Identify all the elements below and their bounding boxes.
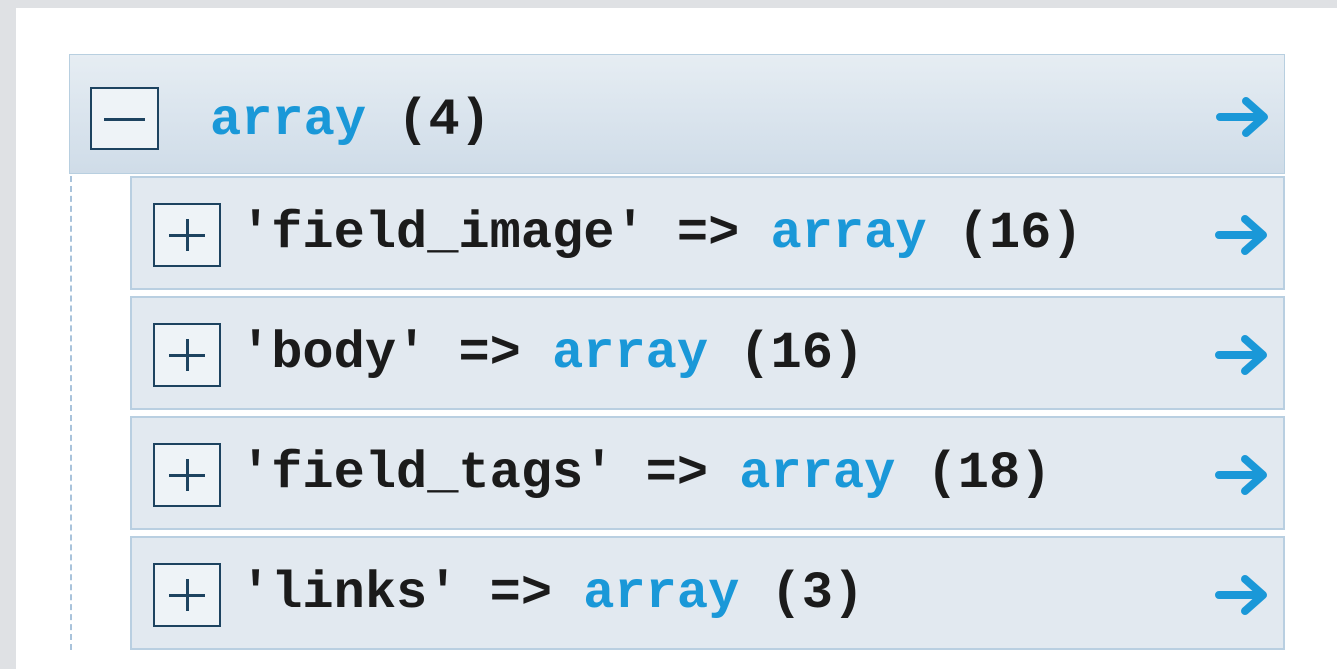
arrow-right-icon[interactable] bbox=[1216, 95, 1274, 139]
row-operator: => bbox=[458, 564, 584, 623]
arrow-right-icon[interactable] bbox=[1215, 453, 1273, 497]
row-operator: => bbox=[614, 444, 740, 503]
row-count: (16) bbox=[708, 324, 865, 383]
root-count-label: (4) bbox=[366, 91, 491, 150]
row-type: array bbox=[739, 444, 896, 503]
root-type-label: array bbox=[210, 91, 367, 150]
root-array-label: array (4) bbox=[210, 91, 491, 151]
tree-row-field-image[interactable]: 'field_image' => array (16) bbox=[130, 176, 1285, 290]
row-key: 'field_image' bbox=[240, 204, 646, 263]
collapse-minus-icon[interactable] bbox=[90, 87, 159, 150]
row-type: array bbox=[770, 204, 927, 263]
arrow-right-icon[interactable] bbox=[1215, 333, 1273, 377]
root-array-row[interactable]: array (4) bbox=[69, 54, 1285, 174]
variable-tree: array (4) 'field_image' => array (16) 'b… bbox=[69, 54, 1287, 651]
tree-guide-line bbox=[70, 176, 72, 650]
arrow-right-icon[interactable] bbox=[1215, 573, 1273, 617]
tree-row-body[interactable]: 'body' => array (16) bbox=[130, 296, 1285, 410]
row-count: (18) bbox=[895, 444, 1052, 503]
tree-row-links[interactable]: 'links' => array (3) bbox=[130, 536, 1285, 650]
row-count: (3) bbox=[739, 564, 865, 623]
tree-row-field-tags[interactable]: 'field_tags' => array (18) bbox=[130, 416, 1285, 530]
row-operator: => bbox=[645, 204, 771, 263]
row-operator: => bbox=[427, 324, 553, 383]
expand-plus-icon[interactable] bbox=[153, 323, 221, 387]
expand-plus-icon[interactable] bbox=[153, 203, 221, 267]
expand-plus-icon[interactable] bbox=[153, 443, 221, 507]
row-label: 'field_tags' => array (18) bbox=[240, 444, 1051, 504]
row-type: array bbox=[552, 324, 709, 383]
row-type: array bbox=[583, 564, 740, 623]
row-key: 'field_tags' bbox=[240, 444, 615, 503]
debug-dump-panel: array (4) 'field_image' => array (16) 'b… bbox=[16, 8, 1337, 669]
row-key: 'body' bbox=[240, 324, 428, 383]
expand-plus-icon[interactable] bbox=[153, 563, 221, 627]
row-label: 'field_image' => array (16) bbox=[240, 204, 1083, 264]
row-count: (16) bbox=[926, 204, 1083, 263]
arrow-right-icon[interactable] bbox=[1215, 213, 1273, 257]
row-label: 'links' => array (3) bbox=[240, 564, 864, 624]
row-label: 'body' => array (16) bbox=[240, 324, 864, 384]
row-key: 'links' bbox=[240, 564, 459, 623]
